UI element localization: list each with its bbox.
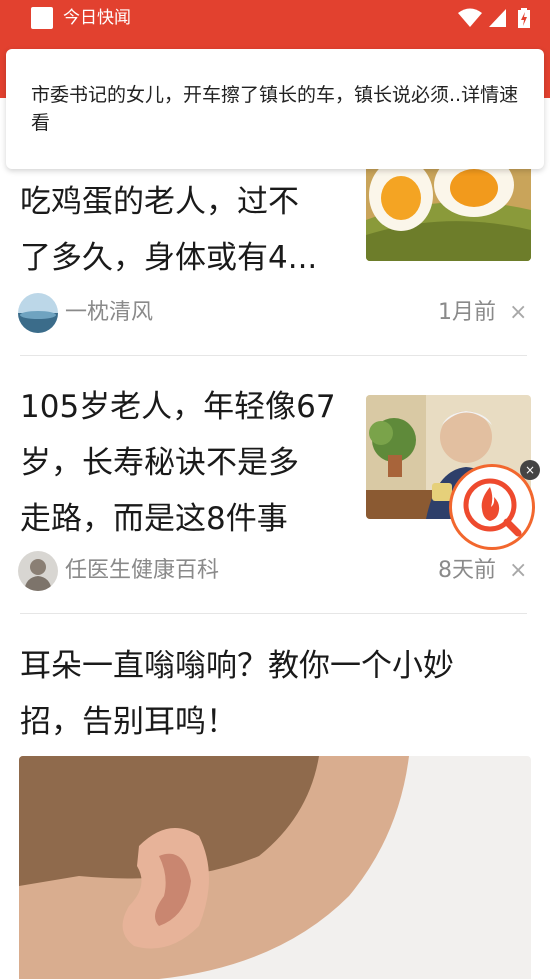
avatar: [18, 551, 58, 591]
feed-title-line: 岁，长寿秘诀不是多: [20, 445, 299, 481]
author-name[interactable]: 任医生健康百科: [65, 556, 219, 586]
feed-title-line: 招，告别耳鸣！: [20, 704, 237, 740]
author-name[interactable]: 一枕清风: [65, 298, 153, 328]
fire-search-icon: [463, 478, 522, 537]
push-notification[interactable]: 市委书记的女儿，开车擦了镇长的车，镇长说必须..详情速看: [6, 49, 544, 169]
publish-time: 1月前: [438, 300, 496, 325]
dismiss-icon[interactable]: ×: [509, 556, 527, 586]
feed-title-line: 了多久，身体或有4...: [20, 240, 318, 276]
notification-text: 市委书记的女儿，开车擦了镇长的车，镇长说必须..详情速看: [31, 84, 519, 134]
status-app-title: 今日快闻: [63, 8, 131, 28]
publish-time: 8天前: [438, 558, 496, 583]
signal-icon: [489, 9, 506, 27]
app-square-icon: [31, 7, 53, 29]
avatar: [18, 293, 58, 333]
status-icons: [458, 8, 538, 28]
divider: [20, 355, 527, 356]
feed-title-line: 105岁老人，年轻像67: [20, 389, 336, 425]
dismiss-icon[interactable]: ×: [509, 298, 527, 328]
battery-charging-icon: [518, 8, 530, 28]
feed-title-line: 耳朵一直嗡嗡响？教你一个小妙: [20, 648, 454, 684]
feed-title: 吃鸡蛋的老人，过不 了多久，身体或有4...: [20, 174, 360, 286]
feed-title-line: 吃鸡蛋的老人，过不: [20, 184, 299, 220]
feed-title: 105岁老人，年轻像67 岁，长寿秘诀不是多 走路，而是这8件事: [20, 379, 365, 547]
baby-ear-photo: [19, 756, 531, 979]
float-close-icon[interactable]: ×: [520, 460, 540, 480]
app-screen: 今日快闻 吃鸡蛋的老人，过不 了多久，身体或有4... 一枕清风 1月前 × 1…: [0, 0, 550, 979]
divider: [20, 613, 527, 614]
feed-title-line: 走路，而是这8件事: [20, 501, 288, 537]
status-bar: 今日快闻: [0, 0, 550, 36]
wifi-icon: [458, 8, 482, 27]
feed-title: 耳朵一直嗡嗡响？教你一个小妙 招，告别耳鸣！: [20, 638, 530, 750]
